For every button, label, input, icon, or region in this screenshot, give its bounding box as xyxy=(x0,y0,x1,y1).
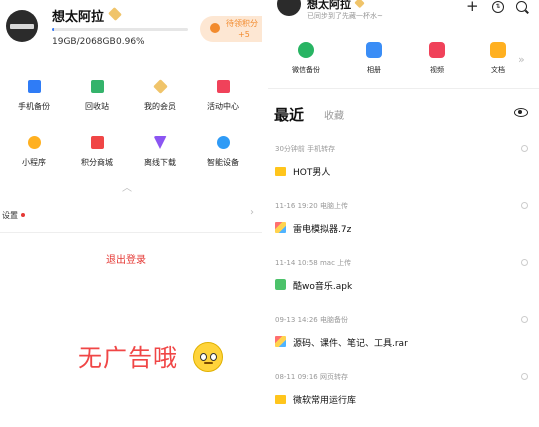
divider xyxy=(268,88,539,89)
settings-row[interactable] xyxy=(0,205,262,227)
quick-access-photos[interactable]: 相册 xyxy=(354,42,394,75)
apk-icon xyxy=(275,279,286,290)
vip-badge-icon[interactable] xyxy=(354,0,365,9)
archive-icon xyxy=(275,222,286,233)
recycle-bin-icon xyxy=(90,80,104,93)
pending-points-label: 待领积分 xyxy=(226,19,258,28)
quick-access-wechat-backup[interactable]: 微信备份 xyxy=(286,42,326,75)
file-group-meta: 08-11 09:16 网页转存 xyxy=(275,373,348,381)
document-icon xyxy=(490,42,506,58)
grid-item-label: 活动中心 xyxy=(207,102,239,111)
select-circle[interactable] xyxy=(521,259,528,266)
quick-access-label: 相册 xyxy=(367,66,381,74)
divider xyxy=(0,232,262,233)
file-group-meta: 09-13 14:26 电脑备份 xyxy=(275,316,348,324)
storage-progress-bar xyxy=(52,28,188,31)
notification-dot xyxy=(21,213,25,217)
quick-access-videos[interactable]: 视频 xyxy=(417,42,457,75)
grid-item-events[interactable]: 活动中心 xyxy=(193,80,253,112)
sync-status: 已同步到了先藏一杯水~ xyxy=(307,12,383,20)
select-circle[interactable] xyxy=(521,316,528,323)
grid-item-recycle-bin[interactable]: 回收站 xyxy=(67,80,127,112)
file-name[interactable]: 雷电模拟器.7z xyxy=(293,222,351,235)
files-panel: 想太阿拉 已同步到了先藏一杯水~ + ⇅ 微信备份 相册 视频 文档 » 最近 … xyxy=(268,0,539,427)
quick-access-documents[interactable]: 文档 xyxy=(478,42,518,75)
folder-icon xyxy=(275,395,286,404)
chevron-double-right-icon[interactable]: » xyxy=(518,53,525,66)
logout-button[interactable]: 退出登录 xyxy=(106,251,146,266)
storage-percent: 0.96% xyxy=(116,37,145,47)
tab-recent[interactable]: 最近 xyxy=(274,104,304,125)
user-avatar[interactable] xyxy=(6,10,38,42)
flag-icon xyxy=(216,80,230,93)
account-panel: 想太阿拉 19GB/2068GB 0.96% 待领积分 +5 手机备份 回收站 … xyxy=(0,0,262,427)
user-avatar[interactable] xyxy=(277,0,301,16)
search-icon[interactable] xyxy=(516,1,527,12)
file-name[interactable]: 源码、课件、笔记、工具.rar xyxy=(293,336,408,349)
photo-icon xyxy=(366,42,382,58)
grid-item-label: 手机备份 xyxy=(18,102,50,111)
gift-icon xyxy=(90,136,104,149)
eye-icon[interactable] xyxy=(514,108,528,117)
wechat-icon xyxy=(298,42,314,58)
file-name[interactable]: 酷wo音乐.apk xyxy=(293,279,352,292)
sync-icon[interactable]: ⇅ xyxy=(492,1,504,13)
eye-roll-emoji-icon xyxy=(193,342,223,372)
chevron-right-icon: › xyxy=(250,207,254,218)
file-group-meta: 30分钟前 手机转存 xyxy=(275,145,336,153)
grid-item-label: 小程序 xyxy=(22,158,46,167)
chevron-up-icon[interactable]: ︿ xyxy=(122,179,132,194)
storage-usage: 19GB/2068GB xyxy=(52,37,116,47)
file-name[interactable]: HOT男人 xyxy=(293,165,330,178)
quick-access-label: 视频 xyxy=(430,66,444,74)
settings-label: 设置 xyxy=(2,211,18,220)
tab-favorites[interactable]: 收藏 xyxy=(324,107,344,122)
add-icon[interactable]: + xyxy=(466,0,479,15)
file-name[interactable]: 微软常用运行库 xyxy=(293,393,356,406)
smart-device-icon xyxy=(216,136,230,149)
grid-item-label: 离线下载 xyxy=(144,158,176,167)
username: 想太阿拉 xyxy=(52,10,105,25)
pending-points-value: +5 xyxy=(238,30,250,39)
quick-access-label: 文档 xyxy=(491,66,505,74)
vip-badge-icon[interactable] xyxy=(108,7,122,21)
grid-item-mini-program[interactable]: 小程序 xyxy=(4,136,64,168)
grid-item-smart-devices[interactable]: 智能设备 xyxy=(193,136,253,168)
file-group-meta: 11-16 19:20 电脑上传 xyxy=(275,202,348,210)
mini-program-icon xyxy=(27,136,41,149)
select-circle[interactable] xyxy=(521,145,528,152)
file-group-meta: 11-14 10:58 mac 上传 xyxy=(275,259,352,267)
phone-backup-icon xyxy=(27,80,41,93)
select-circle[interactable] xyxy=(521,202,528,209)
grid-item-phone-backup[interactable]: 手机备份 xyxy=(4,80,64,112)
archive-icon xyxy=(275,336,286,347)
coin-icon xyxy=(210,23,220,33)
grid-item-label: 我的会员 xyxy=(144,102,176,111)
grid-item-label: 回收站 xyxy=(85,102,109,111)
emoji-mouth xyxy=(204,362,213,364)
folder-icon xyxy=(275,167,286,176)
select-circle[interactable] xyxy=(521,373,528,380)
grid-item-offline-download[interactable]: 离线下载 xyxy=(130,136,190,168)
grid-item-label: 积分商城 xyxy=(81,158,113,167)
grid-item-points-mall[interactable]: 积分商城 xyxy=(67,136,127,168)
grid-item-membership[interactable]: 我的会员 xyxy=(130,79,190,112)
grid-item-label: 智能设备 xyxy=(207,158,239,167)
quick-access-label: 微信备份 xyxy=(292,66,320,74)
slogan-text: 无广告哦 xyxy=(78,344,178,372)
download-icon xyxy=(153,136,167,149)
video-icon xyxy=(429,42,445,58)
diamond-icon xyxy=(152,79,168,94)
storage-progress-fill xyxy=(52,28,55,31)
